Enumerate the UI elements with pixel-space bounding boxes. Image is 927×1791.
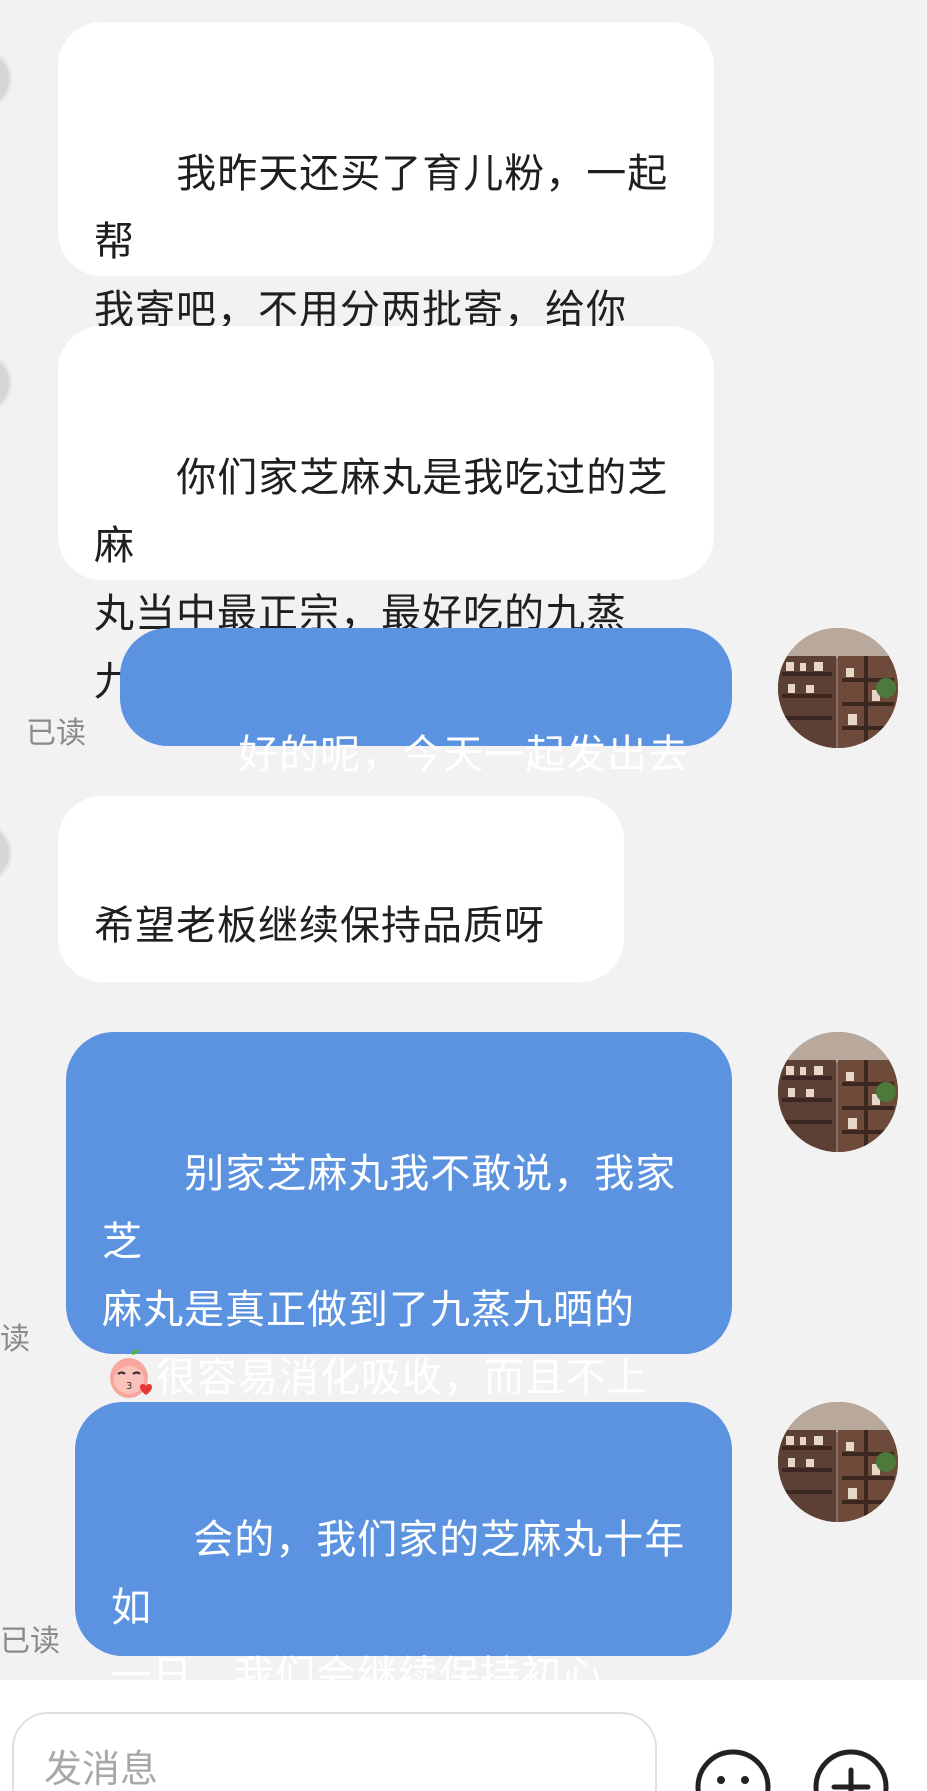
incoming-message-bubble[interactable]: 我昨天还买了育儿粉，一起帮 我寄吧，不用分两批寄，给你 省点运费 (58, 22, 714, 401)
outgoing-message-bubble[interactable]: 会的，我们家的芝麻丸十年如 一日，我们会继续保持初心， 感恩姐妹支持3 (75, 1402, 732, 1767)
contact-avatar[interactable] (0, 822, 12, 884)
shelf-photo-icon (778, 1032, 898, 1152)
shelf-photo-icon (778, 1402, 898, 1522)
message-composer (0, 1680, 927, 1791)
contact-avatar[interactable] (0, 48, 12, 110)
contact-avatar[interactable] (0, 352, 12, 414)
kiss-peach-emoji: 3 (102, 1347, 156, 1401)
read-status: 已读 (0, 1624, 60, 1659)
message-input-box[interactable] (12, 1712, 657, 1791)
my-avatar[interactable] (778, 628, 898, 748)
smiley-icon (695, 1749, 771, 1791)
plus-button[interactable] (812, 1748, 890, 1791)
read-status: 已读 (26, 716, 86, 751)
outgoing-message-bubble[interactable]: 好的呢，今天一起发出去哈 (120, 628, 732, 846)
incoming-message-bubble[interactable]: 你们家芝麻丸是我吃过的芝麻 丸当中最正宗，最好吃的九蒸 九晒芝麻丸 (58, 326, 714, 705)
svg-text:3: 3 (126, 1381, 133, 1392)
read-status: 读 (0, 1322, 30, 1357)
outgoing-message-bubble[interactable]: 别家芝麻丸我不敢说，我家芝 麻丸是真正做到了九蒸九晒的 3 很容易消化吸收，而且不… (66, 1032, 732, 1469)
my-avatar[interactable] (778, 1402, 898, 1522)
message-text: 希望老板继续保持品质呀 (94, 903, 545, 949)
message-text: 别家芝麻丸我不敢说，我家芝 麻丸是真正做到了九蒸九晒的 (102, 1151, 677, 1333)
shelf-photo-icon (778, 628, 898, 748)
incoming-message-bubble[interactable]: 希望老板继续保持品质呀 (58, 796, 624, 982)
my-avatar[interactable] (778, 1032, 898, 1152)
chat-screen: 我昨天还买了育儿粉，一起帮 我寄吧，不用分两批寄，给你 省点运费 你们家芝麻丸是… (0, 0, 927, 1791)
emoji-button[interactable] (694, 1748, 772, 1791)
plus-icon (813, 1749, 889, 1791)
message-input[interactable] (44, 1734, 624, 1791)
